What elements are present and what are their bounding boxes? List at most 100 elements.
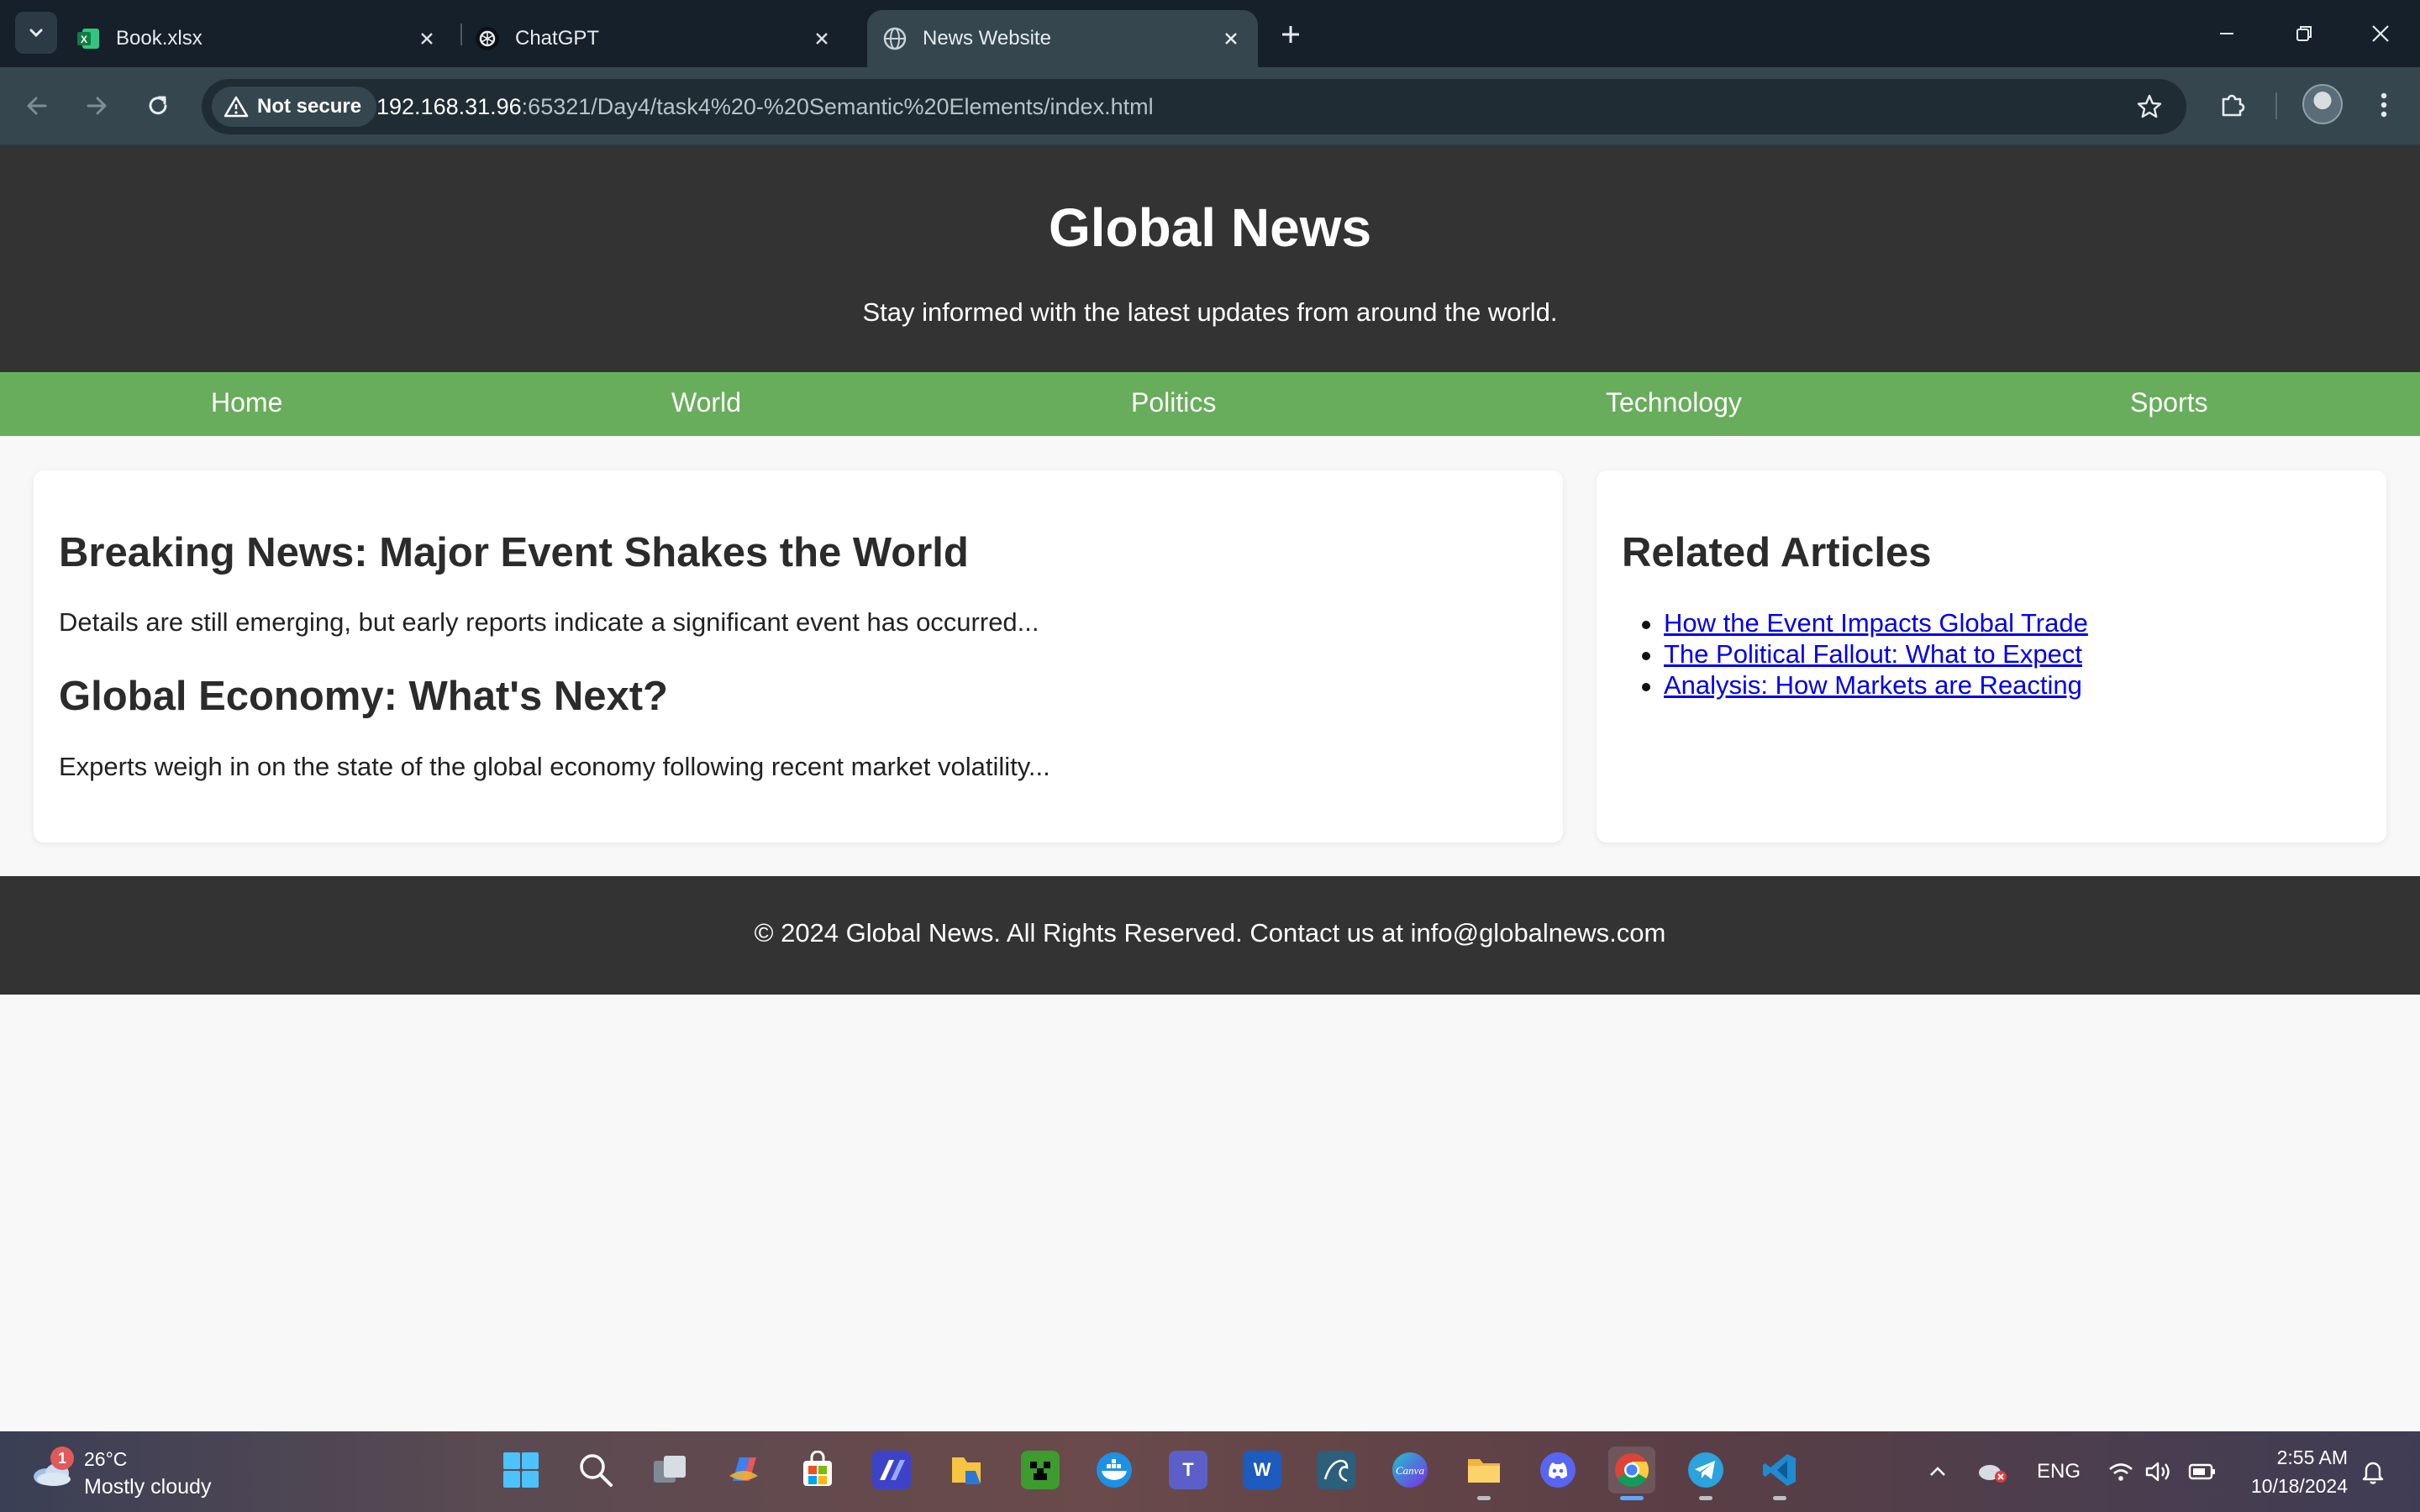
weather-description: Mostly cloudy [84,1475,212,1499]
footer-text: © 2024 Global News. All Rights Reserved.… [754,918,1666,948]
svg-text:Canva: Canva [1396,1464,1424,1477]
profile-avatar[interactable] [2302,84,2343,124]
tab-book-xlsx[interactable]: X Book.xlsx [76,10,454,67]
puzzle-icon [2222,94,2245,117]
minimize-button[interactable] [2206,15,2248,52]
globe-icon [882,26,908,51]
chrome-button[interactable] [1608,1446,1655,1500]
running-indicator [1773,1496,1786,1500]
nav-link-sports[interactable]: Sports [2130,387,2207,418]
excel-icon: X [76,26,101,51]
tab-search-button[interactable] [15,12,57,54]
address-bar[interactable]: Not secure 192.168.31.96:65321/Day4/task… [202,79,2186,134]
docker-button[interactable] [1091,1446,1138,1494]
minecraft-icon [1021,1451,1060,1489]
volume-control[interactable] [2144,1431,2171,1512]
word-icon: W [1243,1451,1281,1489]
site-title: Global News [1048,197,1372,258]
mysql-workbench-button[interactable] [1313,1446,1360,1494]
copilot-button[interactable] [720,1446,767,1494]
related-list: How the Event Impacts Global Trade The P… [1642,608,2088,701]
telegram-button[interactable] [1682,1446,1729,1500]
mysql-icon [1317,1451,1355,1489]
search-button[interactable] [572,1446,619,1494]
task-view-button[interactable] [646,1446,693,1494]
close-icon[interactable] [415,27,439,50]
vscode-button[interactable] [1756,1446,1803,1500]
related-link[interactable]: The Political Fallout: What to Expect [1664,639,2082,669]
reload-button[interactable] [138,86,178,126]
store-icon [803,1451,832,1486]
site-tagline: Stay informed with the latest updates fr… [862,297,1558,327]
related-link[interactable]: Analysis: How Markets are Reacting [1664,670,2082,700]
related-heading: Related Articles [1622,530,1932,575]
url-path: :65321/Day4/task4%20-%20Semantic%20Eleme… [521,94,1154,119]
discord-button[interactable] [1534,1446,1581,1494]
browser-menu-button[interactable] [2363,84,2405,126]
folder-button[interactable] [1460,1446,1507,1500]
nav-link-home[interactable]: Home [211,387,282,418]
copilot-icon [729,1457,758,1481]
store-button[interactable] [794,1446,841,1494]
teams-button[interactable]: T [1165,1446,1212,1494]
close-icon [2372,25,2389,42]
onedrive-status[interactable] [1976,1431,2008,1512]
clock[interactable]: 2:55 AM 10/18/2024 [2251,1443,2348,1500]
article-heading: Breaking News: Major Event Shakes the Wo… [59,530,969,575]
windows-logo-icon [503,1452,539,1488]
restore-button[interactable] [2283,15,2325,52]
language-indicator[interactable]: ENG [2037,1431,2081,1512]
tab-title: Book.xlsx [116,27,203,50]
canva-button[interactable]: Canva [1386,1446,1434,1494]
close-window-button[interactable] [2360,15,2402,52]
battery-icon [2188,1463,2215,1480]
language-label: ENG [2037,1460,2081,1483]
start-button[interactable] [497,1446,544,1494]
url-text[interactable]: 192.168.31.96:65321/Day4/task4%20-%20Sem… [376,94,1154,120]
file-explorer-button[interactable] [943,1446,990,1494]
toolbar-divider [2275,92,2277,119]
weather-widget[interactable]: 1 26°C Mostly cloudy [25,1441,227,1502]
nav-link-technology[interactable]: Technology [1606,387,1742,418]
show-hidden-icons-button[interactable] [1927,1431,1949,1512]
security-chip[interactable]: Not secure [212,87,377,127]
notifications-button[interactable] [2360,1431,2386,1512]
forward-button[interactable] [76,86,117,126]
search-icon [580,1454,613,1487]
tab-title: News Website [923,27,1051,50]
taskbar-app[interactable] [868,1446,915,1494]
cloud-error-icon [1979,1465,2007,1483]
new-tab-button[interactable] [1273,17,1308,52]
docker-icon [1097,1452,1132,1488]
teams-icon: T [1169,1451,1207,1489]
wifi-status[interactable] [2107,1431,2134,1512]
nav-link-world[interactable]: World [671,387,741,418]
chevron-down-icon [29,29,43,38]
extensions-button[interactable] [2212,84,2254,126]
more-vertical-icon [2381,92,2387,118]
nav-link-politics[interactable]: Politics [1131,387,1216,418]
back-button[interactable] [17,86,57,126]
svg-text:X: X [81,34,87,45]
battery-status[interactable] [2188,1431,2217,1512]
reload-icon [149,96,167,115]
plus-icon [1282,26,1299,43]
related-link[interactable]: How the Event Impacts Global Trade [1664,608,2088,638]
tab-news-website[interactable]: News Website [867,10,1258,67]
minecraft-button[interactable] [1017,1446,1064,1494]
clock-date: 10/18/2024 [2250,1475,2348,1497]
tab-chatgpt[interactable]: ChatGPT [475,10,849,67]
restore-icon [2296,26,2312,41]
clock-time: 2:55 AM [2276,1446,2348,1468]
discord-icon [1540,1452,1576,1488]
vscode-icon [1763,1454,1796,1486]
bookmark-button[interactable] [2133,90,2166,123]
close-icon[interactable] [1219,27,1243,50]
volume-icon [2145,1462,2170,1482]
list-item: The Political Fallout: What to Expect [1642,639,2088,670]
chevron-up-icon [1930,1467,1945,1476]
running-indicator [1620,1496,1644,1500]
close-icon[interactable] [810,27,834,50]
notification-badge: 1 [50,1446,74,1470]
word-button[interactable]: W [1239,1446,1286,1494]
